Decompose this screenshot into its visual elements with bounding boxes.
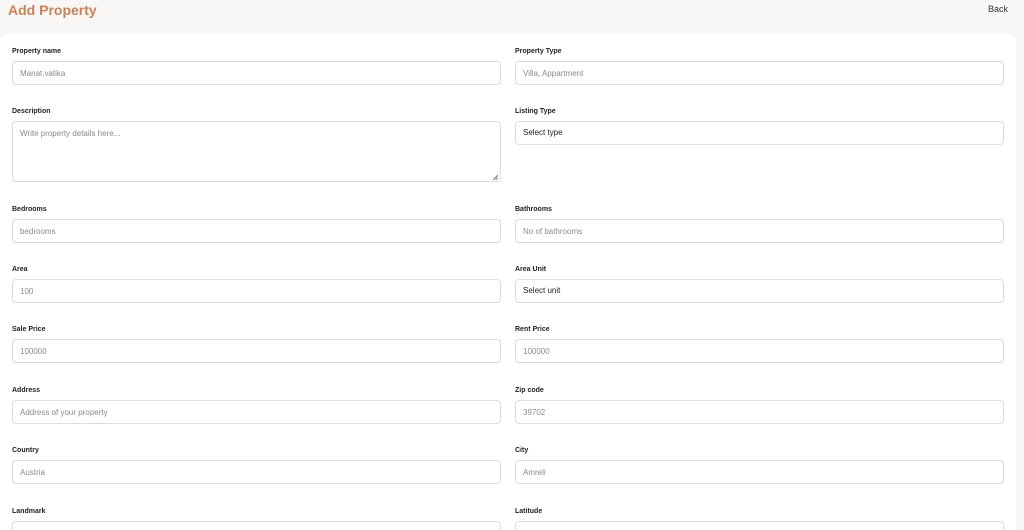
latitude-field: Latitude: [515, 507, 1004, 530]
area-unit-field: Area Unit Select unit: [515, 265, 1004, 303]
city-field: City: [515, 446, 1004, 484]
sale-price-input[interactable]: [12, 339, 501, 363]
address-field: Address: [12, 386, 501, 424]
area-label: Area: [12, 266, 28, 273]
latitude-label: Latitude: [515, 508, 543, 515]
area-unit-label: Area Unit: [515, 266, 547, 273]
country-input[interactable]: [12, 460, 501, 484]
zip-code-input[interactable]: [515, 400, 1004, 424]
property-type-field: Property Type: [515, 47, 1004, 85]
rent-price-label: Rent Price: [515, 326, 550, 333]
country-field: Country: [12, 446, 501, 484]
address-label: Address: [12, 387, 41, 394]
city-input[interactable]: [515, 460, 1004, 484]
back-link[interactable]: Back: [988, 4, 1008, 14]
landmark-input[interactable]: [12, 521, 501, 530]
area-unit-select[interactable]: Select unit: [515, 279, 1004, 303]
sale-price-field: Sale Price: [12, 325, 501, 363]
landmark-label: Landmark: [12, 508, 46, 515]
description-label: Description: [12, 108, 51, 115]
area-input[interactable]: [12, 279, 501, 303]
city-label: City: [515, 447, 529, 454]
bedrooms-field: Bedrooms: [12, 205, 501, 243]
bathrooms-field: Bathrooms: [515, 205, 1004, 243]
property-type-label: Property Type: [515, 48, 562, 55]
area-field: Area: [12, 265, 501, 303]
listing-type-label: Listing Type: [515, 108, 556, 115]
top-bar: Add Property Back: [0, 0, 1024, 34]
property-name-field: Property name: [12, 47, 501, 85]
rent-price-field: Rent Price: [515, 325, 1004, 363]
zip-code-label: Zip code: [515, 387, 544, 394]
property-form: Property name Property Type Description …: [0, 34, 1016, 530]
zip-code-field: Zip code: [515, 386, 1004, 424]
bathrooms-input[interactable]: [515, 219, 1004, 243]
page-title: Add Property: [8, 2, 97, 18]
sale-price-label: Sale Price: [12, 326, 46, 333]
address-input[interactable]: [12, 400, 501, 424]
property-type-input[interactable]: [515, 61, 1004, 85]
property-name-input[interactable]: [12, 61, 501, 85]
latitude-input[interactable]: [515, 521, 1004, 530]
bedrooms-input[interactable]: [12, 219, 501, 243]
country-label: Country: [12, 447, 39, 454]
description-field: Description: [12, 107, 501, 182]
resize-handle-icon[interactable]: [492, 174, 498, 180]
bathrooms-label: Bathrooms: [515, 206, 552, 213]
landmark-field: Landmark: [12, 507, 501, 530]
listing-type-select[interactable]: Select type: [515, 121, 1004, 145]
rent-price-input[interactable]: [515, 339, 1004, 363]
property-name-label: Property name: [12, 48, 62, 55]
description-textarea[interactable]: [12, 121, 501, 182]
description-wrapper: [12, 121, 501, 182]
listing-type-field: Listing Type Select type: [515, 107, 1004, 145]
bedrooms-label: Bedrooms: [12, 206, 47, 213]
